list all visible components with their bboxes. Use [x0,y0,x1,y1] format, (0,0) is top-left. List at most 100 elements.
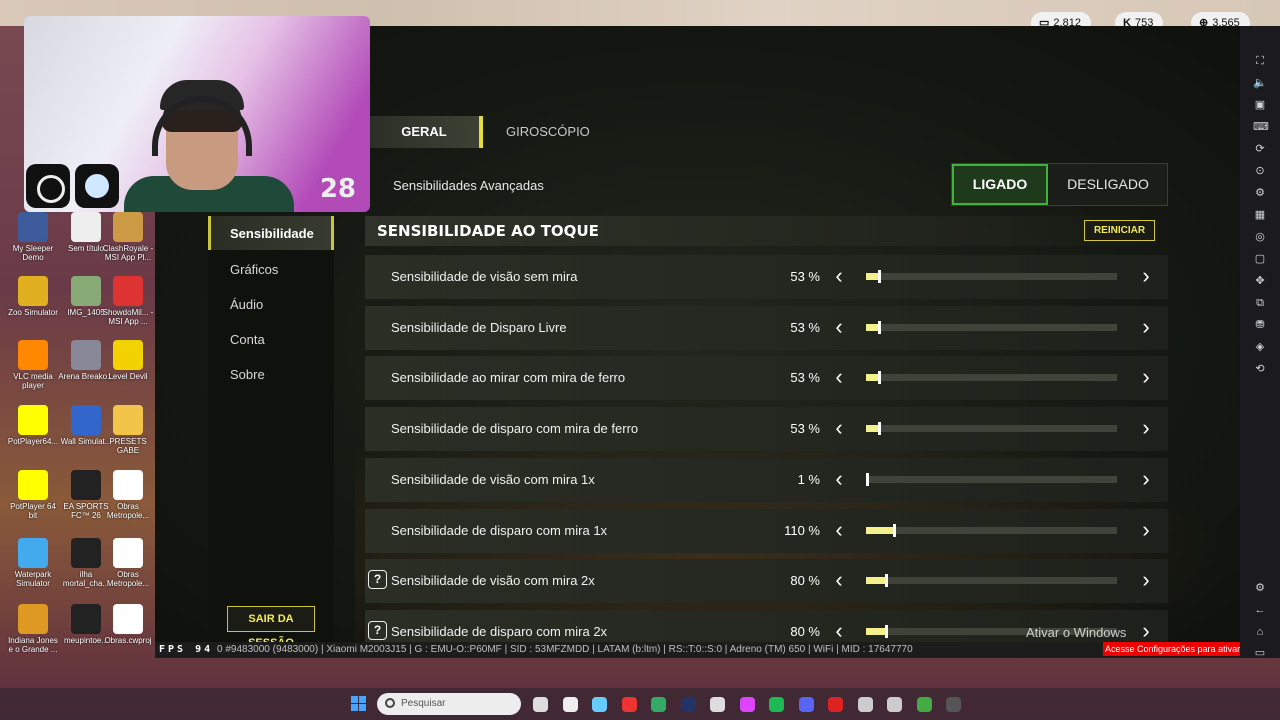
menu-item-graficos[interactable]: Gráficos [230,262,278,277]
toolbar-icon[interactable]: ▢ [1253,252,1267,266]
decrease-arrow-icon[interactable]: ‹ [829,314,849,340]
increase-arrow-icon[interactable]: › [1136,517,1156,543]
increase-arrow-icon[interactable]: › [1136,466,1156,492]
toolbar-icon[interactable]: ▦ [1253,208,1267,222]
taskbar-app-icon[interactable] [828,697,843,712]
taskbar-search[interactable]: Pesquisar [377,693,521,715]
toolbar-icon[interactable]: ⚙ [1253,186,1267,200]
desktop-icon[interactable]: VLC media player [5,340,61,390]
increase-arrow-icon[interactable]: › [1136,263,1156,289]
taskbar-app-icon[interactable] [562,697,578,712]
tab-geral[interactable]: GERAL [369,116,483,148]
desktop-icon[interactable]: Indiana Jones e o Grande ... [5,604,61,654]
desktop-icon[interactable]: PotPlayer64... [5,405,61,446]
desktop-icon[interactable]: Level Devil [100,340,156,381]
slider-knob[interactable] [877,270,881,283]
toolbar-icon[interactable]: ◈ [1253,340,1267,354]
sensitivity-slider[interactable] [866,523,1117,537]
menu-item-sensibilidade[interactable]: Sensibilidade [208,216,334,250]
desktop-icon[interactable]: Waterpark Simulator [5,538,61,588]
windows-start-icon[interactable] [351,696,367,712]
toolbar-icon[interactable]: ⟲ [1253,362,1267,376]
taskbar-app-icon[interactable] [533,697,548,712]
toolbar-icon[interactable]: 🔈 [1253,76,1267,90]
sensitivity-slider[interactable] [866,320,1117,334]
slider-fill [866,577,887,585]
desktop-icon[interactable]: PRESETS GABE [100,405,156,455]
decrease-arrow-icon[interactable]: ‹ [829,415,849,441]
desktop-icon[interactable]: Obras Metropole... [100,470,156,520]
toolbar-icon[interactable]: ⌂ [1253,625,1267,639]
taskbar-app-icon[interactable] [769,697,784,712]
toolbar-icon[interactable]: ⛃ [1253,318,1267,332]
toolbar-icon[interactable]: ← [1253,603,1267,617]
desktop-app-icon [18,276,48,306]
taskbar-app-icon[interactable] [680,697,696,712]
sensitivity-slider[interactable] [866,371,1117,385]
help-icon[interactable]: ? [368,570,387,590]
toolbar-icon[interactable]: ⊙ [1253,164,1267,178]
sensitivity-slider[interactable] [866,270,1117,283]
help-icon[interactable]: ? [368,620,387,640]
taskbar-app-icon[interactable] [916,697,932,712]
slider-knob[interactable] [885,624,889,638]
taskbar-app-icon[interactable] [887,697,902,712]
decrease-arrow-icon[interactable]: ‹ [829,517,849,543]
toolbar-icon[interactable]: ▭ [1253,646,1267,660]
desktop-icon-label: My Sleeper Demo [12,244,54,262]
menu-item-audio[interactable]: Áudio [230,297,263,312]
decrease-arrow-icon[interactable]: ‹ [829,466,849,492]
decrease-arrow-icon[interactable]: ‹ [829,618,849,644]
desktop-icon[interactable]: Zoo Simulator [5,276,61,317]
device-info: 0 #9483000 (9483000) | Xiaomi M2003J15 |… [217,644,913,655]
desktop-icon[interactable]: Obras.cwproj [100,604,156,645]
desktop-icon[interactable]: PotPlayer 64 bit [5,470,61,520]
desktop-icon[interactable]: ShowdoMil... - MSI App ... [100,276,156,326]
slider-knob[interactable] [877,371,881,385]
toolbar-icon[interactable]: ⟳ [1253,142,1267,156]
taskbar-app-icon[interactable] [710,697,725,712]
taskbar-app-icon[interactable] [592,697,607,712]
menu-item-conta[interactable]: Conta [230,332,265,347]
taskbar-app-icon[interactable] [946,697,961,712]
tab-giroscopio[interactable]: GIROSCÓPIO [506,116,590,148]
logout-button[interactable]: SAIR DA SESSÃO [227,606,315,649]
sensitivity-slider[interactable] [866,422,1117,436]
slider-knob[interactable] [866,472,869,486]
sensitivity-slider[interactable] [866,472,1117,486]
increase-arrow-icon[interactable]: › [1136,567,1156,593]
desktop-icon[interactable]: My Sleeper Demo [5,212,61,262]
slider-knob[interactable] [877,320,881,334]
slider-knob[interactable] [892,523,896,537]
toolbar-icon[interactable]: ⚙ [1253,581,1267,595]
slider-knob[interactable] [885,574,889,588]
sensitivity-label: Sensibilidade de visão sem mira [391,269,578,284]
toolbar-icon[interactable]: ⧉ [1253,296,1267,310]
desktop-icon[interactable]: Obras Metropole... [100,538,156,588]
reset-button[interactable]: REINICIAR [1084,220,1155,241]
taskbar-app-icon[interactable] [798,697,814,712]
increase-arrow-icon[interactable]: › [1136,364,1156,390]
app-logo-icon-2 [75,164,119,208]
slider-knob[interactable] [877,422,881,436]
increase-arrow-icon[interactable]: › [1136,415,1156,441]
toggle-off-button[interactable]: DESLIGADO [1048,164,1168,205]
decrease-arrow-icon[interactable]: ‹ [829,263,849,289]
taskbar-app-icon[interactable] [739,697,755,712]
increase-arrow-icon[interactable]: › [1136,314,1156,340]
decrease-arrow-icon[interactable]: ‹ [829,364,849,390]
increase-arrow-icon[interactable]: › [1136,618,1156,644]
toolbar-icon[interactable]: ⛶ [1253,54,1267,68]
toolbar-icon[interactable]: ✥ [1253,274,1267,288]
menu-item-sobre[interactable]: Sobre [230,367,265,382]
taskbar-app-icon[interactable] [621,697,637,712]
toolbar-icon[interactable]: ◎ [1253,230,1267,244]
toggle-on-button[interactable]: LIGADO [952,164,1048,205]
decrease-arrow-icon[interactable]: ‹ [829,567,849,593]
taskbar-app-icon[interactable] [857,697,873,712]
toolbar-icon[interactable]: ⌨ [1253,120,1269,134]
sensitivity-slider[interactable] [866,574,1117,588]
desktop-icon[interactable]: ClashRoyale - MSI App Pl... [100,212,156,262]
taskbar-app-icon[interactable] [651,697,666,712]
toolbar-icon[interactable]: ▣ [1253,98,1267,112]
